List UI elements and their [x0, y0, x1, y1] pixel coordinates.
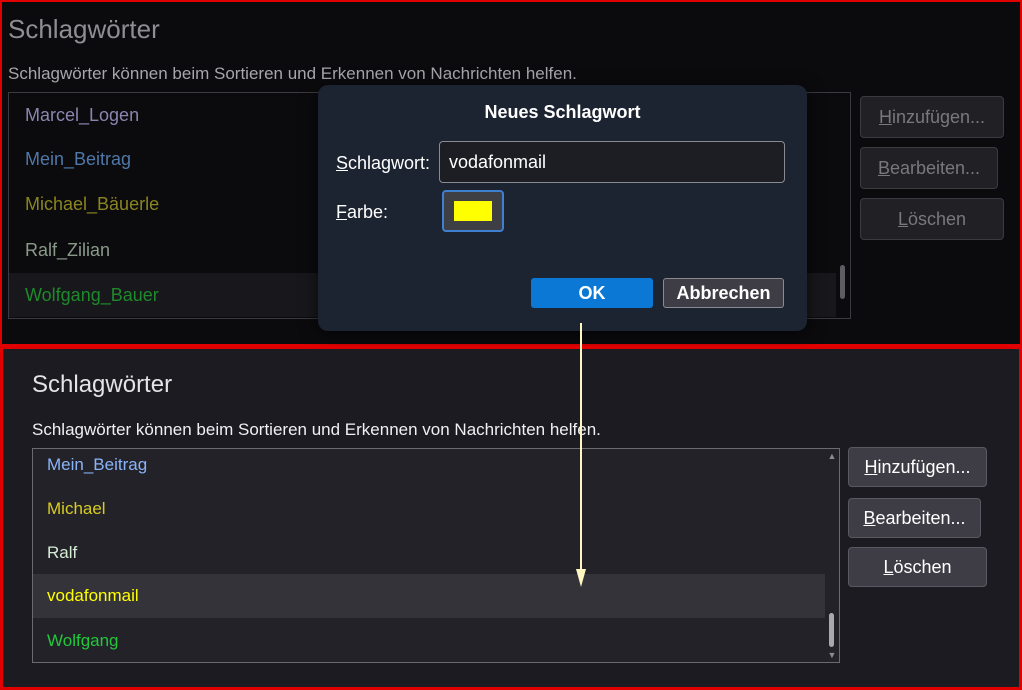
new-tag-dialog: Neues Schlagwort Schlagwort: vodafonmail… — [318, 85, 807, 331]
scrollbar-thumb[interactable] — [840, 265, 845, 299]
color-swatch — [454, 201, 492, 221]
annotation-arrow-head — [576, 569, 586, 587]
tag-label: Mein_Beitrag — [25, 148, 132, 169]
tag-name-label: Schlagwort: — [336, 153, 431, 173]
tag-label: Mein_Beitrag — [47, 455, 148, 474]
list-scrollbar[interactable] — [838, 95, 848, 316]
tag-label: vodafonmail — [47, 586, 139, 605]
tag-item[interactable]: Mein_Beitrag — [33, 449, 825, 487]
tag-label: Michael — [47, 499, 106, 518]
color-label: Farbe: — [336, 202, 389, 222]
section-title: Schlagwörter — [32, 371, 173, 398]
tag-name-input[interactable]: vodafonmail — [439, 141, 785, 183]
tag-label: Wolfgang — [47, 631, 119, 650]
tag-label: Wolfgang_Bauer — [25, 284, 159, 305]
annotation-arrow-line — [580, 323, 582, 577]
bottom-tags-panel: Schlagwörter Schlagwörter können beim So… — [0, 346, 1022, 690]
section-description: Schlagwörter können beim Sortieren und E… — [8, 64, 577, 83]
tag-label: Michael_Bäuerle — [25, 193, 160, 214]
tag-item[interactable]: Michael — [33, 487, 825, 531]
tag-list[interactable]: Mein_Beitrag Michael Ralf vodafonmail Wo… — [32, 448, 840, 663]
tag-item-selected[interactable]: vodafonmail — [33, 574, 825, 618]
section-description: Schlagwörter können beim Sortieren und E… — [32, 420, 601, 439]
edit-button[interactable]: Bearbeiten... — [860, 147, 998, 189]
add-button[interactable]: Hinzufügen... — [860, 96, 1004, 138]
tag-item[interactable]: Ralf — [33, 531, 825, 575]
scroll-up-icon[interactable]: ▲ — [827, 451, 837, 461]
tag-label: Marcel_Logen — [25, 104, 140, 125]
tag-item[interactable]: Wolfgang — [33, 619, 825, 662]
tag-name-value: vodafonmail — [449, 151, 547, 172]
cancel-button[interactable]: Abbrechen — [663, 278, 784, 308]
ok-button[interactable]: OK — [531, 278, 653, 308]
add-button[interactable]: Hinzufügen... — [848, 447, 987, 487]
dialog-title: Neues Schlagwort — [484, 102, 641, 122]
tag-label: Ralf — [47, 543, 78, 562]
delete-button[interactable]: Löschen — [860, 198, 1004, 240]
tag-label: Ralf_Zilian — [25, 239, 111, 260]
section-title: Schlagwörter — [8, 14, 160, 44]
list-scrollbar[interactable]: ▲ ▼ — [827, 451, 837, 660]
edit-button[interactable]: Bearbeiten... — [848, 498, 981, 538]
scrollbar-thumb[interactable] — [829, 613, 834, 647]
delete-button[interactable]: Löschen — [848, 547, 987, 587]
scroll-down-icon[interactable]: ▼ — [827, 650, 837, 660]
color-picker-button[interactable] — [442, 190, 504, 232]
